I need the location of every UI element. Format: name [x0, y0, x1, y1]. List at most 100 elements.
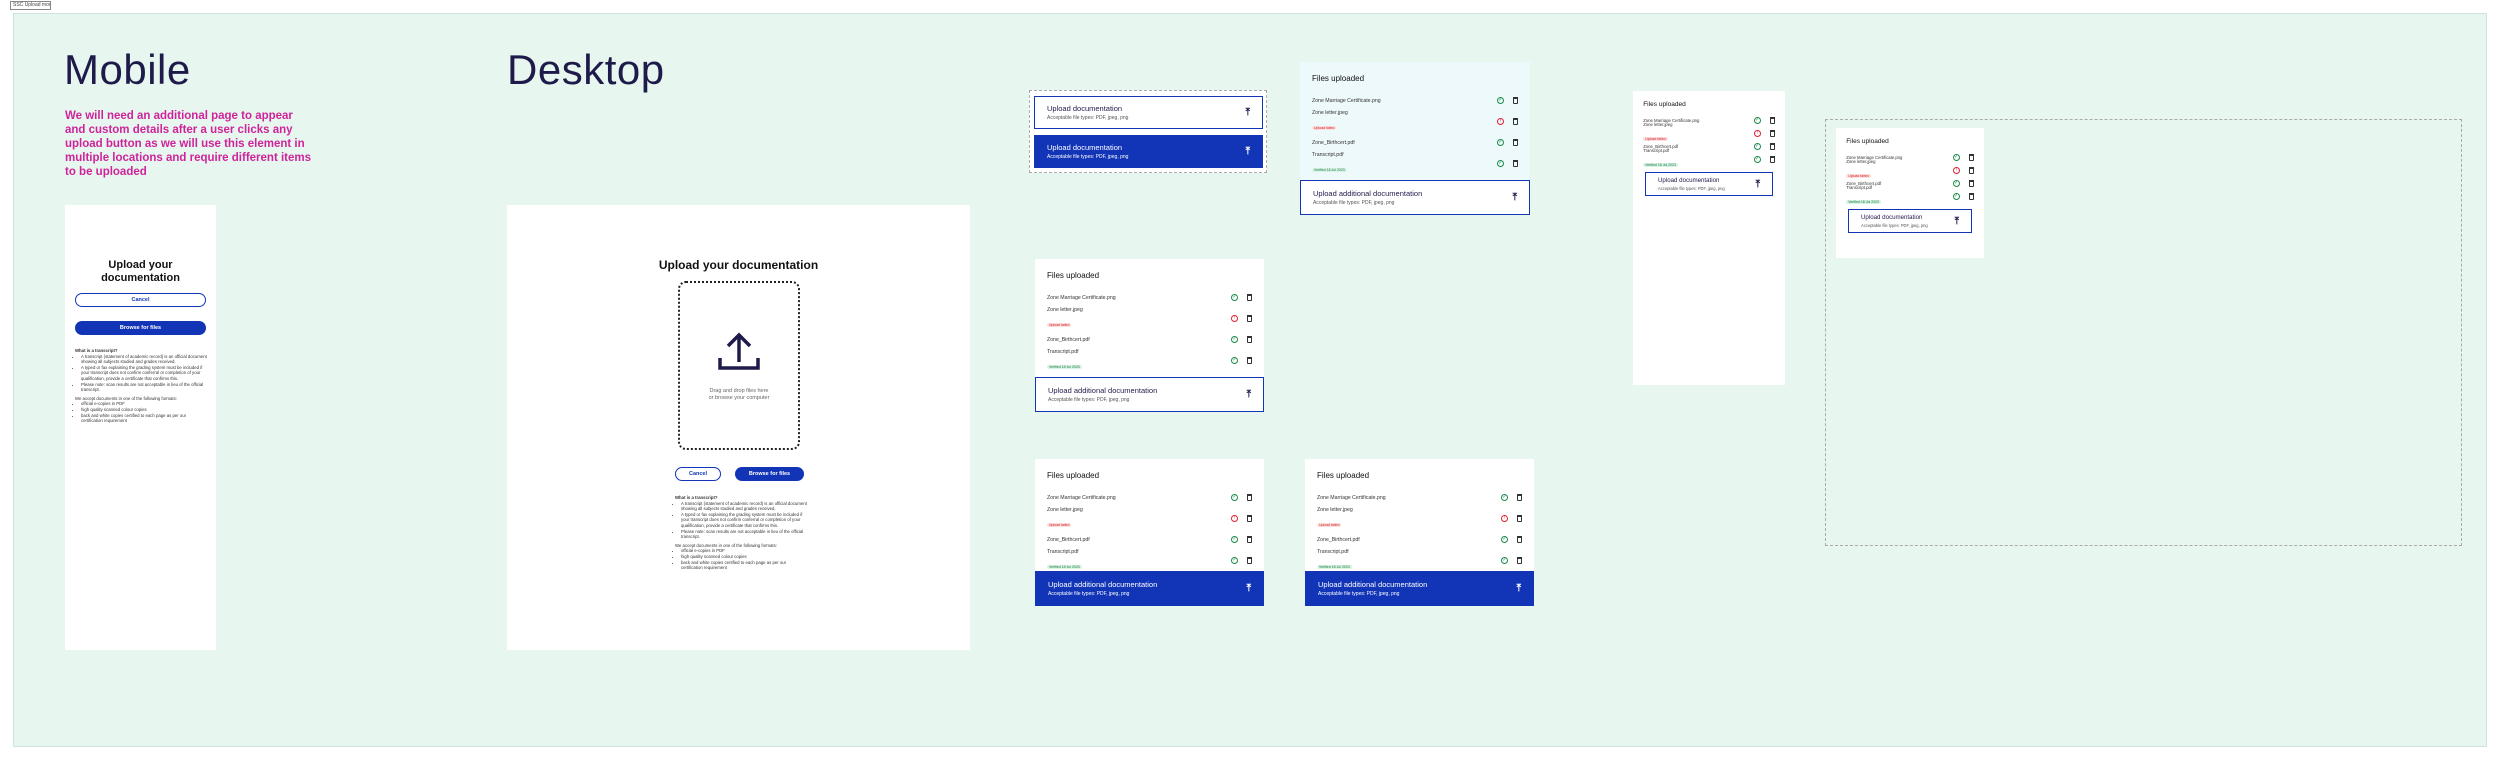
delete-icon[interactable]: [1247, 557, 1252, 564]
upload-subtitle: Acceptable file types: PDF, jpeg, png: [1048, 591, 1130, 597]
status-badge: Upload failed: [1047, 322, 1072, 327]
files-uploaded-card: Files uploaded Zone Marriage Certificate.…: [1035, 259, 1264, 412]
upload-button[interactable]: Upload additional documentation Acceptabl…: [1300, 180, 1530, 215]
files-title: Files uploaded: [1643, 100, 1686, 108]
delete-icon[interactable]: [1247, 536, 1252, 543]
file-row: Zone letter.jpeg Upload failed!: [1312, 109, 1518, 132]
upload-subtitle: Acceptable file types: PDF, jpeg, png: [1048, 397, 1130, 403]
file-row: Transcript.pdf Verified 18 Jul 2023 ✓: [1047, 349, 1252, 371]
upload-button-hover[interactable]: Upload documentation Acceptable file type…: [1034, 135, 1263, 168]
upload-title: Upload documentation: [1658, 177, 1720, 185]
cancel-button[interactable]: Cancel: [675, 467, 721, 481]
upload-button[interactable]: Upload additional documentation Acceptabl…: [1035, 571, 1264, 606]
check-icon: ✓: [1497, 139, 1504, 146]
delete-icon[interactable]: [1247, 336, 1252, 343]
files-title: Files uploaded: [1312, 74, 1365, 83]
format-item: back and white copies certified to each …: [681, 560, 807, 571]
help-item: A typed or fax explaining the grading sy…: [81, 365, 207, 382]
delete-icon[interactable]: [1247, 494, 1252, 501]
files-uploaded-card: Files uploaded Zone Marriage Certificate.…: [1035, 459, 1264, 606]
delete-icon[interactable]: [1247, 294, 1252, 301]
help-item: Please note: scan results are not accept…: [81, 382, 207, 393]
file-name: Transcript.pdf: [1643, 148, 1670, 154]
check-icon: ✓: [1231, 494, 1238, 501]
file-row: Zone_Birthcert.pdf ✓: [1047, 329, 1252, 350]
file-row: Zone Marriage Certificate.png ✓: [1047, 487, 1252, 508]
desktop-heading: Desktop: [507, 46, 665, 93]
delete-icon[interactable]: [1517, 557, 1522, 564]
mobile-variants-frame: [1825, 119, 2462, 546]
file-name: Zone letter.jpeg: [1317, 506, 1353, 513]
delete-icon[interactable]: [1769, 156, 1775, 164]
upload-title: Upload documentation: [1047, 104, 1123, 113]
files-uploaded-card: Files uploaded Zone Marriage Certificate.…: [1300, 62, 1530, 215]
delete-icon[interactable]: [1513, 118, 1518, 125]
upload-icon: ⤒: [1246, 389, 1251, 400]
desktop-artboard: Upload your documentation Drag and drop …: [507, 205, 970, 650]
mobile-heading: Mobile: [64, 46, 191, 93]
upload-button[interactable]: Upload documentation Acceptable file type…: [1645, 172, 1773, 196]
status-badge: Upload failed: [1047, 522, 1072, 527]
file-row: Transcript.pdf Verified 18 Jul 2023 ✓: [1643, 148, 1775, 168]
file-row: Zone letter.jpeg Upload failed!: [1317, 506, 1522, 529]
browse-files-button[interactable]: Browse for files: [75, 321, 206, 335]
help-text: What is a transcript? A transcript (stat…: [675, 495, 807, 571]
delete-icon[interactable]: [1247, 315, 1252, 322]
delete-icon[interactable]: [1513, 139, 1518, 146]
files-title: Files uploaded: [1047, 471, 1100, 480]
file-row: Zone Marriage Certificate.png ✓: [1047, 287, 1252, 308]
check-icon: ✓: [1231, 294, 1238, 301]
help-item: A typed or fax explaining the grading sy…: [681, 512, 807, 529]
help-item: Please note: scan results are not accept…: [681, 529, 807, 540]
help-item: A transcript (statement of academic reco…: [681, 501, 807, 512]
upload-subtitle: Acceptable file types: PDF, jpeg, png: [1658, 186, 1725, 192]
upload-button[interactable]: Upload additional documentation Acceptabl…: [1305, 571, 1534, 606]
error-icon: !: [1231, 515, 1238, 522]
dropzone-text: Drag and drop files here: [709, 387, 769, 394]
designer-note: We will need an additional page to appea…: [65, 110, 312, 178]
cancel-button[interactable]: Cancel: [75, 293, 206, 307]
upload-icon: ⤒: [1516, 583, 1521, 594]
error-icon: !: [1753, 130, 1761, 138]
upload-icon: ⤒: [1245, 146, 1250, 157]
delete-icon[interactable]: [1247, 515, 1252, 522]
upload-button-default[interactable]: Upload documentation Acceptable file type…: [1034, 96, 1263, 129]
format-item: back and white copies certified to each …: [81, 413, 207, 424]
delete-icon[interactable]: [1517, 494, 1522, 501]
delete-icon[interactable]: [1517, 515, 1522, 522]
file-name: Zone Marriage Certificate.png: [1047, 494, 1116, 501]
browse-files-button[interactable]: Browse for files: [735, 467, 804, 481]
file-row: Zone letter.jpeg Upload failed!: [1643, 122, 1775, 142]
upload-title: Upload additional documentation: [1048, 386, 1158, 395]
file-row: Zone Marriage Certificate.png ✓: [1317, 487, 1522, 508]
file-row: Zone_Birthcert.pdf ✓: [1317, 529, 1522, 550]
check-icon: ✓: [1497, 160, 1504, 167]
page-title: Upload your documentation: [101, 259, 180, 284]
file-dropzone[interactable]: Drag and drop files here or browse your …: [678, 281, 800, 450]
file-name: Transcript.pdf: [1047, 548, 1079, 555]
status-badge: Verified 18 Jul 2023: [1643, 163, 1678, 168]
delete-icon[interactable]: [1769, 143, 1775, 151]
file-row: Transcript.pdf Verified 18 Jul 2023 ✓: [1047, 548, 1252, 571]
check-icon: ✓: [1231, 357, 1238, 364]
delete-icon[interactable]: [1513, 97, 1518, 104]
delete-icon[interactable]: [1517, 536, 1522, 543]
error-icon: !: [1231, 315, 1238, 322]
files-uploaded-card: Files uploaded Zone Marriage Certificate.…: [1633, 91, 1785, 385]
file-row: Zone_Birthcert.pdf ✓: [1047, 529, 1252, 550]
upload-button[interactable]: Upload additional documentation Acceptabl…: [1035, 377, 1264, 412]
status-badge: Verified 18 Jul 2023: [1047, 364, 1082, 369]
file-name: Zone letter.jpeg: [1312, 109, 1348, 116]
delete-icon[interactable]: [1247, 357, 1252, 364]
files-uploaded-card: Files uploaded Zone Marriage Certificate.…: [1305, 459, 1534, 606]
file-name: Transcript.pdf: [1312, 151, 1344, 158]
delete-icon[interactable]: [1769, 117, 1775, 124]
delete-icon[interactable]: [1513, 160, 1518, 167]
check-icon: ✓: [1501, 494, 1508, 501]
file-name: Zone letter.jpeg: [1047, 306, 1083, 313]
file-name: Zone letter.jpeg: [1643, 122, 1673, 128]
delete-icon[interactable]: [1769, 130, 1775, 138]
file-name: Zone Marriage Certificate.png: [1047, 294, 1116, 301]
file-row: Zone Marriage Certificate.png ✓: [1312, 90, 1518, 111]
file-name: Zone_Birthcert.pdf: [1047, 536, 1090, 543]
